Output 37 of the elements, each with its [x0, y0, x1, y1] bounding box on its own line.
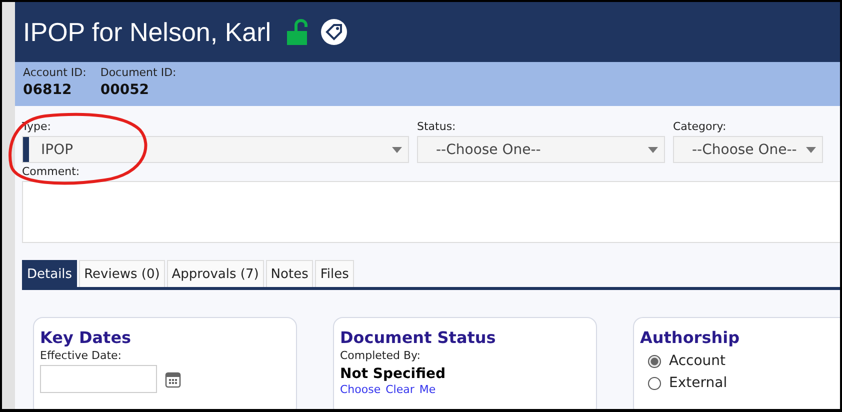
- lock-icon[interactable]: [285, 19, 310, 45]
- card-title: Document Status: [340, 328, 497, 347]
- caret-icon: [392, 146, 402, 152]
- tag-icon[interactable]: [321, 19, 348, 45]
- id-value: 00052: [100, 82, 150, 98]
- tab[interactable]: Approvals (7): [166, 260, 264, 287]
- date-field[interactable]: [40, 365, 157, 393]
- id-label: Account ID:: [23, 66, 86, 79]
- card-title: Authorship: [640, 328, 741, 347]
- card-title: Key Dates: [40, 328, 132, 347]
- tab[interactable]: Files: [315, 260, 354, 287]
- id-label: Document ID:: [100, 66, 176, 79]
- field-label: Status:: [417, 120, 457, 133]
- radio-label: External: [669, 375, 728, 391]
- tab[interactable]: Details: [22, 260, 78, 287]
- id-value: 06812: [23, 82, 73, 98]
- tab[interactable]: Notes: [266, 260, 314, 287]
- dropdown[interactable]: --Choose One--: [417, 136, 665, 163]
- radio-label: Account: [669, 353, 726, 369]
- dropdown[interactable]: --Choose One--: [673, 136, 823, 163]
- link[interactable]: Clear: [386, 383, 414, 396]
- page-title: IPOP for Nelson, Karl: [23, 16, 272, 48]
- field-label: Effective Date:: [40, 349, 122, 362]
- field-label: Comment:: [22, 165, 81, 178]
- comment-field[interactable]: [22, 181, 840, 243]
- field-label: Completed By:: [340, 349, 422, 362]
- radio-button[interactable]: [648, 376, 661, 390]
- completed-by-value: Not Specified: [340, 366, 446, 382]
- radio-button[interactable]: [648, 354, 661, 368]
- link[interactable]: Me: [419, 383, 436, 396]
- dropdown[interactable]: IPOP: [22, 136, 409, 163]
- calendar-icon[interactable]: [165, 370, 181, 388]
- field-label: Category:: [673, 120, 728, 133]
- caret-icon: [806, 146, 816, 152]
- link[interactable]: Choose: [340, 383, 381, 396]
- tab[interactable]: Reviews (0): [79, 260, 165, 287]
- caret-icon: [648, 146, 658, 152]
